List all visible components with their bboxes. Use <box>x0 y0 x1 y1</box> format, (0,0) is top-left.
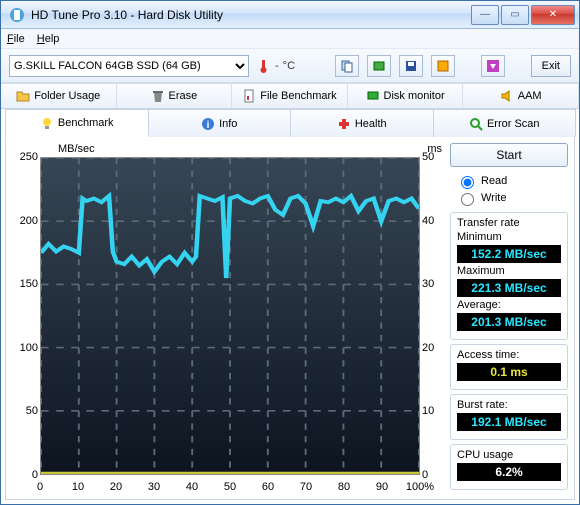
side-panel: Start Read Write Transfer rate Minimum 1… <box>450 143 568 493</box>
tab-info[interactable]: iInfo <box>148 109 292 137</box>
tabs-lower: Benchmark iInfo Health Error Scan <box>5 109 575 137</box>
average-label: Average: <box>457 299 561 311</box>
tab-file-benchmark[interactable]: File Benchmark <box>232 83 348 108</box>
app-icon <box>9 7 25 23</box>
health-icon <box>337 117 351 131</box>
maximize-button[interactable]: ▭ <box>501 5 529 25</box>
access-time-value: 0.1 ms <box>457 363 561 381</box>
copy-info-button[interactable] <box>335 55 359 77</box>
tabs-upper: Folder Usage Erase File Benchmark Disk m… <box>1 83 579 109</box>
close-button[interactable]: ✕ <box>531 5 575 25</box>
copy-screenshot-button[interactable] <box>367 55 391 77</box>
magnifier-icon <box>469 117 483 131</box>
maximum-label: Maximum <box>457 265 561 277</box>
access-time-panel: Access time: 0.1 ms <box>450 344 568 390</box>
temperature-indicator: - °C <box>257 59 295 73</box>
burst-rate-label: Burst rate: <box>457 399 561 411</box>
save-button[interactable] <box>399 55 423 77</box>
tab-disk-monitor[interactable]: Disk monitor <box>348 83 464 108</box>
minimum-value: 152.2 MB/sec <box>457 245 561 263</box>
menu-help[interactable]: Help <box>37 33 60 45</box>
folder-icon <box>16 89 30 103</box>
temp-value: - <box>275 60 279 72</box>
minimize-button[interactable]: — <box>471 5 499 25</box>
file-icon <box>242 89 256 103</box>
tab-erase[interactable]: Erase <box>117 83 233 108</box>
svg-text:i: i <box>207 120 210 131</box>
maximum-value: 221.3 MB/sec <box>457 279 561 297</box>
bulb-icon <box>40 116 54 130</box>
tab-benchmark[interactable]: Benchmark <box>5 109 149 137</box>
temp-unit: °C <box>283 60 295 72</box>
exit-button[interactable]: Exit <box>531 55 571 77</box>
menu-file[interactable]: File <box>7 33 25 45</box>
burst-rate-panel: Burst rate: 192.1 MB/sec <box>450 394 568 440</box>
cpu-usage-label: CPU usage <box>457 449 561 461</box>
transfer-series <box>41 196 419 278</box>
menubar: File Help <box>1 29 579 49</box>
monitor-icon <box>366 89 380 103</box>
write-radio[interactable]: Write <box>456 190 568 206</box>
burst-rate-value: 192.1 MB/sec <box>457 413 561 431</box>
speaker-icon <box>500 89 514 103</box>
benchmark-chart: MB/sec ms 050100150200250010203040500102… <box>12 143 444 493</box>
window-title: HD Tune Pro 3.10 - Hard Disk Utility <box>31 8 469 22</box>
tab-health[interactable]: Health <box>290 109 434 137</box>
toolbar: G.SKILL FALCON 64GB SSD (64 GB) - °C Exi… <box>1 49 579 83</box>
minimum-label: Minimum <box>457 231 561 243</box>
tab-error-scan[interactable]: Error Scan <box>433 109 577 137</box>
app-window: HD Tune Pro 3.10 - Hard Disk Utility — ▭… <box>0 0 580 505</box>
cpu-usage-panel: CPU usage 6.2% <box>450 444 568 490</box>
options-button[interactable] <box>431 55 455 77</box>
start-button[interactable]: Start <box>450 143 568 167</box>
trash-icon <box>151 89 165 103</box>
down-arrow-button[interactable] <box>481 55 505 77</box>
thermometer-icon <box>257 59 271 73</box>
drive-select[interactable]: G.SKILL FALCON 64GB SSD (64 GB) <box>9 55 249 77</box>
y-axis-left-label: MB/sec <box>58 143 95 155</box>
read-radio[interactable]: Read <box>456 173 568 189</box>
info-icon: i <box>201 117 215 131</box>
access-time-label: Access time: <box>457 349 561 361</box>
transfer-rate-panel: Transfer rate Minimum 152.2 MB/sec Maxim… <box>450 212 568 340</box>
content-area: MB/sec ms 050100150200250010203040500102… <box>5 137 575 500</box>
transfer-rate-label: Transfer rate <box>457 217 561 229</box>
cpu-usage-value: 6.2% <box>457 463 561 481</box>
average-value: 201.3 MB/sec <box>457 313 561 331</box>
titlebar[interactable]: HD Tune Pro 3.10 - Hard Disk Utility — ▭… <box>1 1 579 29</box>
tab-folder-usage[interactable]: Folder Usage <box>1 83 117 108</box>
chart-plot <box>40 157 420 475</box>
tab-aam[interactable]: AAM <box>463 83 579 108</box>
